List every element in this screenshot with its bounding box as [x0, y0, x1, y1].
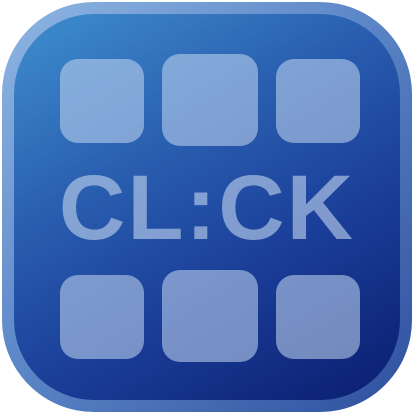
tile-top-right — [276, 59, 360, 143]
app-icon[interactable]: CL:CK — [0, 0, 417, 417]
tile-bottom-right — [276, 275, 360, 359]
app-icon-face: CL:CK — [14, 14, 400, 400]
logo-text: CL:CK — [58, 157, 356, 259]
tile-bottom-center — [162, 270, 258, 362]
tile-bottom-left — [60, 275, 144, 359]
tile-top-left — [60, 59, 144, 143]
app-icon-frame: CL:CK — [2, 2, 412, 412]
tile-top-center — [162, 54, 258, 146]
